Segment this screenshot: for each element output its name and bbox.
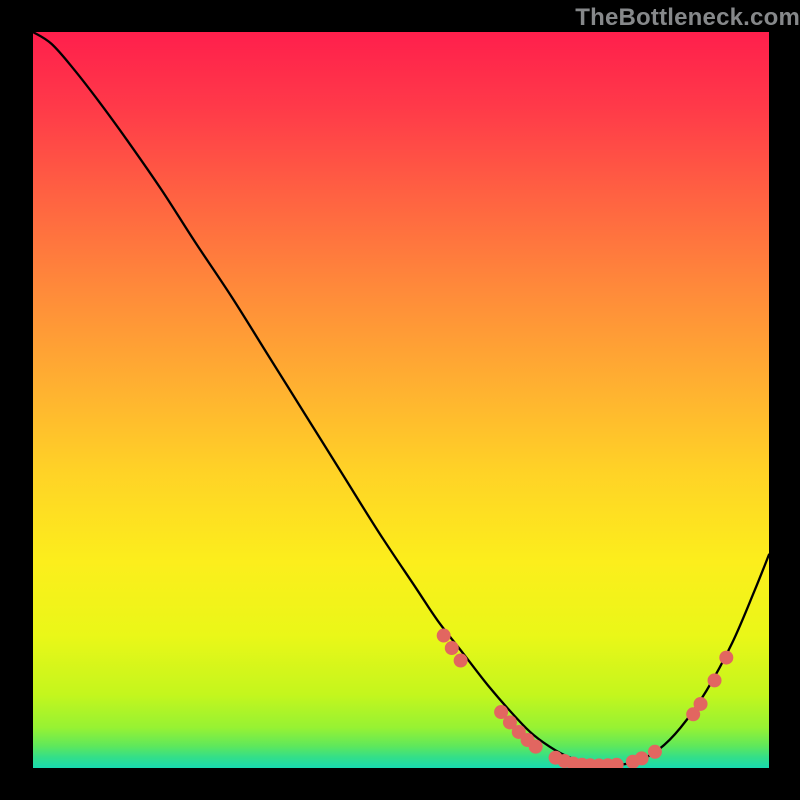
chart-frame xyxy=(33,32,769,768)
data-marker xyxy=(719,651,733,665)
data-marker xyxy=(694,697,708,711)
data-marker xyxy=(454,654,468,668)
data-marker xyxy=(445,641,459,655)
data-marker xyxy=(635,751,649,765)
data-marker xyxy=(529,740,543,754)
attribution-label: TheBottleneck.com xyxy=(575,4,800,32)
data-marker xyxy=(708,673,722,687)
gradient-background xyxy=(33,32,769,768)
bottleneck-chart xyxy=(33,32,769,768)
data-marker xyxy=(437,629,451,643)
data-marker xyxy=(648,745,662,759)
